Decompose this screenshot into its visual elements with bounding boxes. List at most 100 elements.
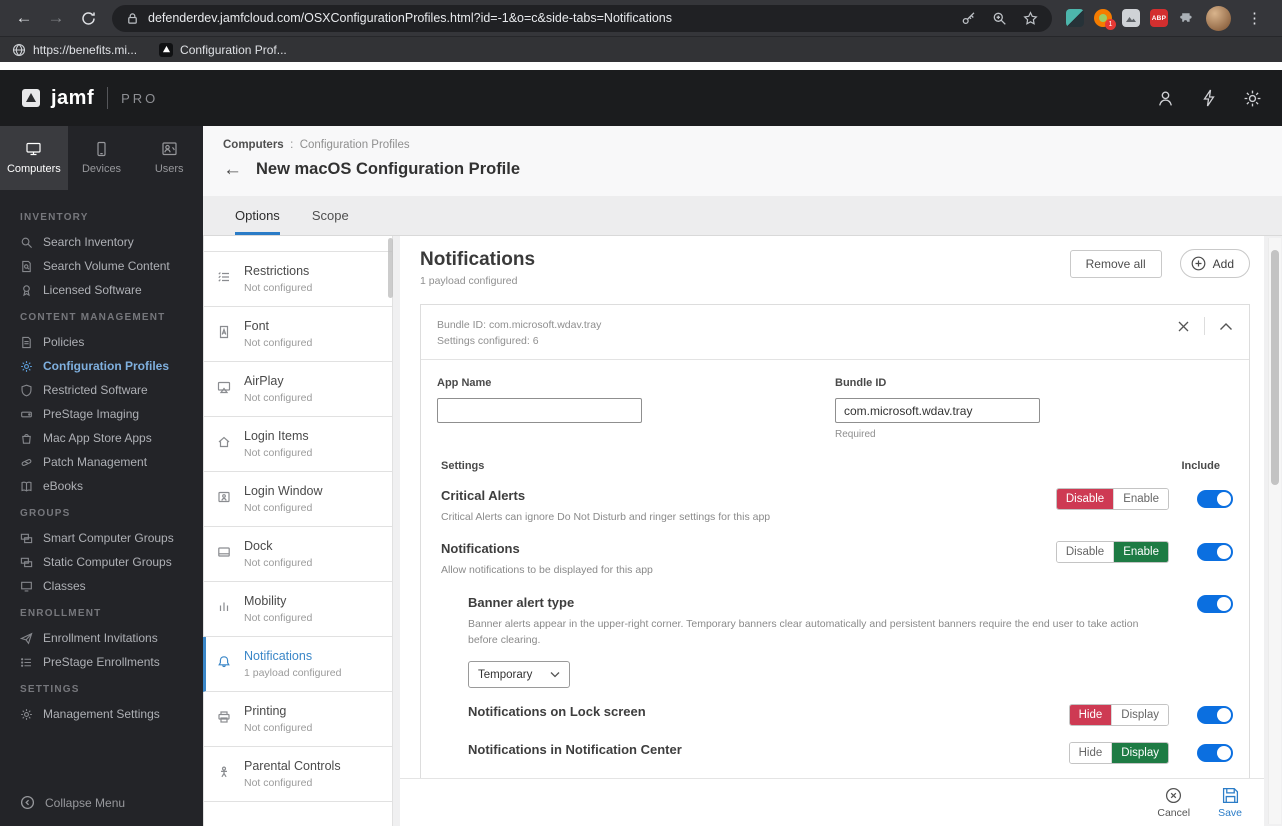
nav-tab-users[interactable]: Users: [135, 126, 203, 190]
app-name-input[interactable]: [437, 398, 642, 423]
payload-item-mobility[interactable]: Mobility Not configured: [203, 582, 393, 637]
bookmark-benefits[interactable]: https://benefits.mi...: [12, 43, 137, 57]
lock-screen-include-toggle[interactable]: [1197, 706, 1233, 725]
sidebar-item-restricted-software[interactable]: Restricted Software: [0, 378, 203, 402]
sidebar-item-prestage-imaging[interactable]: PreStage Imaging: [0, 402, 203, 426]
extension-icon-1[interactable]: [1066, 9, 1084, 27]
image-icon: [1126, 17, 1136, 22]
setting-description: Critical Alerts can ignore Do Not Distur…: [441, 511, 771, 523]
payload-item-login-window[interactable]: Login Window Not configured: [203, 472, 393, 527]
sidebar-item-patch-management[interactable]: Patch Management: [0, 450, 203, 474]
payload-item-partial-top[interactable]: [203, 236, 393, 252]
account-icon[interactable]: [1156, 89, 1175, 108]
sidebar-item-search-volume-content[interactable]: Search Volume Content: [0, 254, 203, 278]
sidebar-item-enrollment-invitations[interactable]: Enrollment Invitations: [0, 626, 203, 650]
payload-item-airplay[interactable]: AirPlay Not configured: [203, 362, 393, 417]
payload-item-dock[interactable]: Dock Not configured: [203, 527, 393, 582]
cancel-circle-x-icon: [1166, 787, 1182, 803]
browser-forward-button[interactable]: →: [42, 4, 70, 32]
payload-item-parental-controls[interactable]: Parental Controls Not configured: [203, 747, 393, 802]
add-button[interactable]: Add: [1179, 249, 1250, 278]
breadcrumb-computers[interactable]: Computers: [223, 139, 284, 151]
extensions-puzzle-icon[interactable]: [1178, 9, 1196, 27]
browser-menu-icon[interactable]: ⋮: [1241, 9, 1268, 27]
banner-alert-type-select[interactable]: Temporary: [468, 661, 570, 689]
sidebar-item-smart-computer-groups[interactable]: Smart Computer Groups: [0, 526, 203, 550]
disable-button[interactable]: Disable: [1056, 489, 1114, 509]
cancel-label: Cancel: [1157, 806, 1191, 819]
critical-alerts-include-toggle[interactable]: [1197, 490, 1233, 508]
settings-column-label: Settings: [441, 460, 485, 472]
sidebar-item-prestage-enrollments[interactable]: PreStage Enrollments: [0, 650, 203, 674]
payload-item-partial-bottom[interactable]: [203, 802, 393, 826]
tab-scope[interactable]: Scope: [312, 208, 349, 235]
remove-all-button[interactable]: Remove all: [1069, 249, 1162, 278]
abp-label: ABP: [1151, 14, 1167, 22]
payload-item-font[interactable]: Font Not configured: [203, 307, 393, 362]
configuration-gear-icon: [20, 360, 33, 373]
payload-list-scrollbar[interactable]: [388, 238, 393, 298]
nav-tab-computers[interactable]: Computers: [0, 126, 68, 190]
settings-gear-icon[interactable]: [1243, 89, 1262, 108]
extension-icon-2[interactable]: 1: [1094, 9, 1116, 30]
payload-status: Not configured: [244, 722, 313, 734]
jamf-logo[interactable]: jamf PRO: [20, 87, 158, 110]
sidebar-item-mac-app-store-apps[interactable]: Mac App Store Apps: [0, 426, 203, 450]
setting-row-critical-alerts: Critical Alerts Critical Alerts can igno…: [421, 472, 1249, 525]
page-scrollbar-thumb[interactable]: [1271, 250, 1279, 485]
banner-alert-type-include-toggle[interactable]: [1197, 594, 1233, 613]
breadcrumb-configuration-profiles[interactable]: Configuration Profiles: [300, 139, 410, 151]
payload-item-login-items[interactable]: Login Items Not configured: [203, 417, 393, 472]
adblock-extension-icon[interactable]: ABP: [1150, 9, 1168, 27]
cancel-button[interactable]: Cancel: [1157, 787, 1190, 819]
tab-options[interactable]: Options: [235, 208, 280, 235]
back-button[interactable]: ←: [223, 160, 242, 179]
house-icon: [217, 435, 231, 449]
display-button[interactable]: Display: [1111, 705, 1168, 726]
zoom-icon[interactable]: [992, 11, 1007, 26]
notification-center-include-toggle[interactable]: [1197, 744, 1233, 763]
dock-icon: [217, 545, 231, 559]
browser-back-button[interactable]: ←: [10, 4, 38, 32]
notifications-include-toggle[interactable]: [1197, 543, 1233, 562]
sidebar-item-classes[interactable]: Classes: [0, 574, 203, 598]
payload-item-printing[interactable]: Printing Not configured: [203, 692, 393, 747]
hide-button[interactable]: Hide: [1069, 705, 1112, 726]
remove-card-icon[interactable]: [1177, 320, 1190, 333]
profile-avatar[interactable]: [1206, 5, 1231, 31]
sidebar-item-policies[interactable]: Policies: [0, 330, 203, 354]
save-button[interactable]: Save: [1218, 787, 1242, 819]
browser-reload-button[interactable]: [74, 4, 102, 32]
sidebar-item-licensed-software[interactable]: Licensed Software: [0, 278, 203, 302]
gear-icon: [20, 708, 33, 721]
paper-plane-icon: [20, 632, 33, 645]
enable-button[interactable]: Enable: [1113, 542, 1168, 563]
payload-item-restrictions[interactable]: Restrictions Not configured: [203, 252, 393, 307]
bookmark-configuration-profiles[interactable]: Configuration Prof...: [159, 42, 287, 57]
page-scrollbar[interactable]: [1268, 238, 1281, 824]
sidebar-item-configuration-profiles[interactable]: Configuration Profiles: [0, 354, 203, 378]
hide-button[interactable]: Hide: [1069, 743, 1112, 764]
list-icon: [20, 656, 33, 669]
sidebar-item-ebooks[interactable]: eBooks: [0, 474, 203, 498]
address-bar[interactable]: defenderdev.jamfcloud.com/OSXConfigurati…: [112, 4, 1052, 32]
sidebar-item-management-settings[interactable]: Management Settings: [0, 702, 203, 726]
payload-name: Login Window: [244, 484, 323, 498]
bundle-id-input[interactable]: [835, 398, 1040, 423]
payload-status: Not configured: [244, 612, 313, 624]
collapse-card-chevron-icon[interactable]: [1219, 322, 1233, 331]
disable-button[interactable]: Disable: [1056, 542, 1114, 563]
actions-bolt-icon[interactable]: [1201, 89, 1217, 107]
saved-passwords-key-icon[interactable]: [961, 11, 976, 26]
enable-button[interactable]: Enable: [1113, 489, 1168, 509]
display-button[interactable]: Display: [1111, 743, 1168, 764]
collapse-menu-button[interactable]: Collapse Menu: [20, 795, 125, 810]
bookmark-star-icon[interactable]: [1023, 10, 1038, 26]
sidebar-item-static-computer-groups[interactable]: Static Computer Groups: [0, 550, 203, 574]
payload-item-notifications[interactable]: Notifications 1 payload configured: [203, 637, 393, 692]
extension-icon-3[interactable]: [1122, 9, 1140, 27]
add-label: Add: [1212, 256, 1234, 271]
card-head-divider: [1204, 317, 1205, 335]
sidebar-item-search-inventory[interactable]: Search Inventory: [0, 230, 203, 254]
nav-tab-devices[interactable]: Devices: [68, 126, 136, 190]
